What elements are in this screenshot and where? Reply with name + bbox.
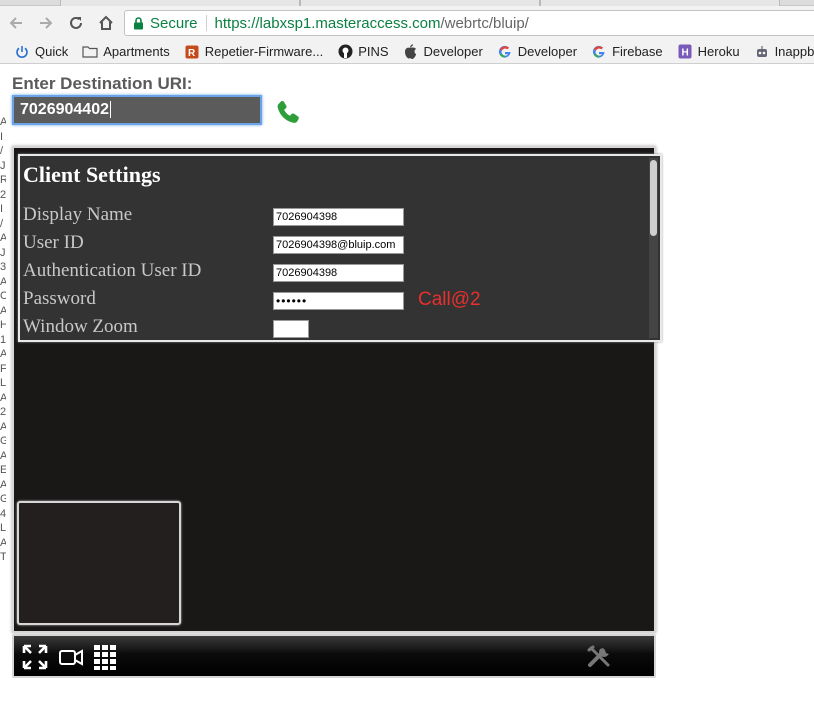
settings-button[interactable] <box>584 642 614 672</box>
bookmark-heroku[interactable]: H Heroku <box>677 44 740 60</box>
left-clipped-text: A I / J R 2 I / A J 3 A C A H 1 A F L A … <box>0 116 6 563</box>
dialpad-icon <box>94 645 116 670</box>
auth-user-id-row: Authentication User ID 7026904398 <box>23 260 623 282</box>
bookmark-label: Inappbrow <box>774 44 814 59</box>
bookmarks-bar: Quick Apartments R Repetier-Firmware... … <box>0 40 814 64</box>
phone-widget: Client Settings Display Name 7026904398 … <box>12 146 662 633</box>
user-id-row: User ID 7026904398@bluip.com <box>23 232 623 254</box>
bookmark-label: Firebase <box>612 44 663 59</box>
video-camera-icon <box>59 649 83 666</box>
url-text[interactable]: https://labxsp1.masteraccess.com/webrtc/… <box>207 15 529 32</box>
bookmark-label: PINS <box>358 44 389 59</box>
page-content: A I / J R 2 I / A J 3 A C A H 1 A F L A … <box>0 65 814 712</box>
secure-indicator[interactable]: Secure <box>125 14 207 32</box>
user-id-label: User ID <box>23 232 84 253</box>
arrow-right-icon <box>40 17 53 29</box>
bookmark-label: Repetier-Firmware... <box>204 44 324 59</box>
reload-button[interactable] <box>62 9 90 37</box>
call-controls-bar <box>12 634 656 678</box>
dialpad-button[interactable] <box>90 642 120 672</box>
bookmark-quick[interactable]: Quick <box>14 44 68 60</box>
bookmark-label: Developer <box>517 44 578 59</box>
robot-icon <box>754 44 770 60</box>
address-bar[interactable]: Secure https://labxsp1.masteraccess.com/… <box>124 10 814 36</box>
bookmark-label: Quick <box>35 44 69 59</box>
bookmark-pins[interactable]: PINS <box>337 44 389 60</box>
window-zoom-label: Window Zoom <box>23 316 138 337</box>
apple-icon <box>403 44 419 60</box>
video-button[interactable] <box>56 642 86 672</box>
home-icon <box>99 15 113 30</box>
bookmark-developer-apple[interactable]: Developer <box>403 44 483 60</box>
password-hint: Call@2 <box>418 289 481 310</box>
password-row: Password •••••• Call@2 <box>23 288 623 310</box>
destination-label: Enter Destination URI: <box>12 74 193 93</box>
arrow-left-icon <box>9 17 22 29</box>
fullscreen-button[interactable] <box>20 642 50 672</box>
reload-icon <box>70 16 82 29</box>
svg-text:H: H <box>681 48 688 59</box>
window-zoom-row: Window Zoom <box>23 316 623 338</box>
destination-input[interactable]: 7026904402 <box>12 95 262 125</box>
url-host: https://labxsp1.masteraccess.com <box>214 14 441 32</box>
settings-title: Client Settings <box>23 162 161 187</box>
bookmark-repetier[interactable]: R Repetier-Firmware... <box>184 44 323 60</box>
self-video-preview <box>17 501 181 625</box>
lock-icon <box>134 16 143 29</box>
back-button[interactable] <box>2 9 30 37</box>
auth-user-id-label: Authentication User ID <box>23 260 202 281</box>
client-settings-panel: Client Settings Display Name 7026904398 … <box>18 154 662 342</box>
folder-icon <box>82 44 98 60</box>
bookmark-apartments[interactable]: Apartments <box>82 44 170 60</box>
bookmark-developer-google[interactable]: Developer <box>497 44 577 60</box>
google-icon <box>497 44 513 60</box>
url-path: /webrtc/bluip/ <box>440 14 529 32</box>
auth-user-id-field[interactable]: 7026904398 <box>273 264 404 282</box>
text-caret <box>109 101 111 119</box>
home-button[interactable] <box>92 9 120 37</box>
bookmark-label: Heroku <box>697 44 740 59</box>
bookmark-firebase[interactable]: Firebase <box>591 44 663 60</box>
browser-toolbar: Secure https://labxsp1.masteraccess.com/… <box>0 6 814 40</box>
secure-label: Secure <box>150 14 198 32</box>
google-icon <box>591 44 607 60</box>
github-icon <box>337 44 353 60</box>
password-label: Password <box>23 288 96 309</box>
display-name-row: Display Name 7026904398 <box>23 204 623 226</box>
svg-text:R: R <box>188 48 196 59</box>
tools-icon <box>587 645 610 667</box>
phone-icon <box>277 100 299 123</box>
bookmark-label: Apartments <box>103 44 170 59</box>
bookmark-label: Developer <box>423 44 483 59</box>
call-button[interactable] <box>274 98 302 126</box>
destination-value: 7026904402 <box>20 101 109 118</box>
user-id-field[interactable]: 7026904398@bluip.com <box>273 236 404 254</box>
fullscreen-icon <box>22 644 48 670</box>
settings-scrollbar[interactable] <box>649 158 658 338</box>
power-icon <box>14 44 30 60</box>
bookmark-inappbrowser[interactable]: Inappbrow <box>754 44 814 60</box>
heroku-icon: H <box>677 44 693 60</box>
repetier-icon: R <box>184 44 200 60</box>
scrollbar-thumb[interactable] <box>650 160 657 236</box>
forward-button[interactable] <box>32 9 60 37</box>
window-zoom-field[interactable] <box>273 320 309 338</box>
display-name-label: Display Name <box>23 204 133 225</box>
display-name-field[interactable]: 7026904398 <box>273 208 404 226</box>
password-field[interactable]: •••••• <box>273 292 404 310</box>
